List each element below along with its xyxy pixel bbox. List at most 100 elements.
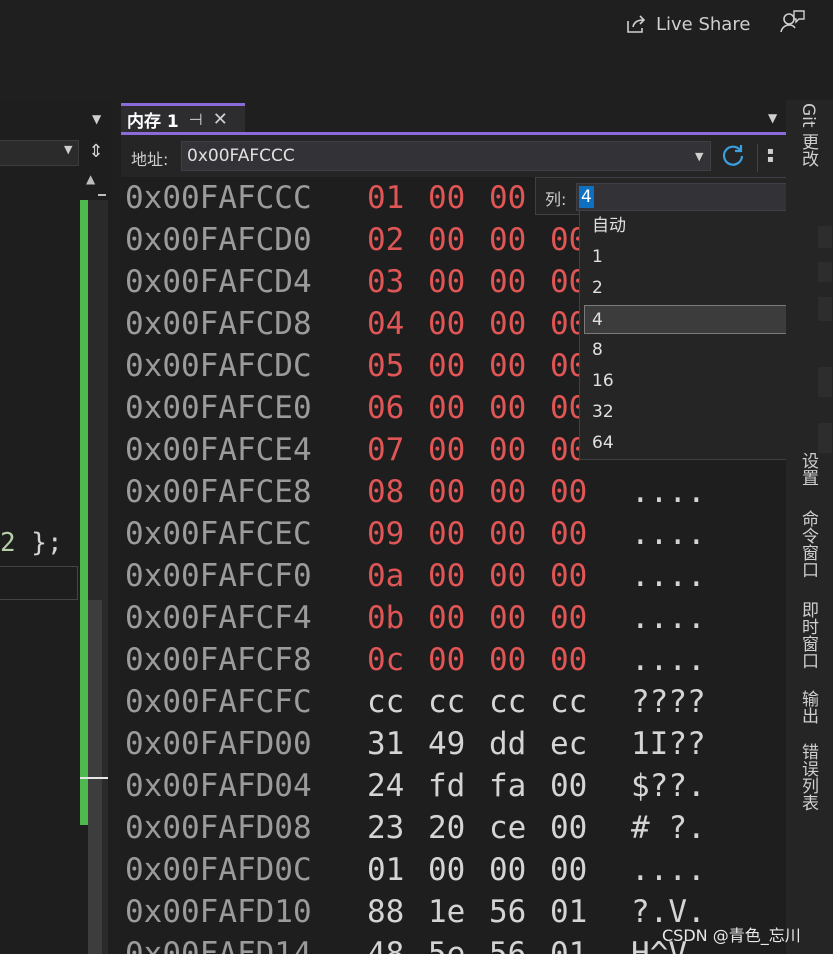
memory-byte[interactable]: 08 [367,471,404,513]
chevron-down-icon[interactable]: ▼ [92,112,108,128]
memory-byte[interactable]: 1e [428,891,465,933]
column-dropdown[interactable] [576,183,816,211]
memory-byte[interactable]: 00 [428,639,465,681]
memory-byte[interactable]: 0a [367,555,404,597]
memory-byte[interactable]: 00 [428,345,465,387]
column-option[interactable]: 4 [584,305,808,334]
memory-byte[interactable]: 5e [428,933,465,954]
memory-byte[interactable]: 0b [367,597,404,639]
memory-byte[interactable]: cc [367,681,404,723]
chevron-down-icon[interactable]: ▼ [64,143,72,156]
memory-byte[interactable]: 00 [489,555,526,597]
memory-byte[interactable]: cc [428,681,465,723]
chevron-down-icon[interactable]: ▼ [695,150,703,163]
memory-byte[interactable]: 56 [489,891,526,933]
memory-byte[interactable]: 00 [489,303,526,345]
close-icon[interactable]: ✕ [213,109,228,130]
memory-byte[interactable]: 01 [550,933,587,954]
memory-byte[interactable]: 48 [367,933,404,954]
column-option[interactable]: 8 [584,336,808,365]
scroll-up-icon[interactable]: ▲ [86,172,95,186]
memory-byte[interactable]: 00 [550,807,587,849]
memory-byte[interactable]: 24 [367,765,404,807]
memory-byte[interactable]: 00 [428,177,465,219]
memory-byte[interactable]: 00 [550,471,587,513]
tab-command-window[interactable]: 命令窗口 [796,510,821,578]
memory-byte[interactable]: fd [428,765,465,807]
tool-tab-fragment[interactable] [818,262,832,282]
memory-byte[interactable]: 00 [489,513,526,555]
memory-byte[interactable]: 00 [489,429,526,471]
column-option[interactable]: 32 [584,398,808,427]
memory-byte[interactable]: 00 [550,849,587,891]
address-value[interactable]: 0x00FAFCCC [187,146,295,166]
memory-byte[interactable]: 20 [428,807,465,849]
pin-icon[interactable]: ⊣ [189,110,203,129]
tool-tab-fragment[interactable] [818,297,832,321]
tab-immediate-window[interactable]: 即时窗口 [796,601,821,669]
memory-byte[interactable]: 04 [367,303,404,345]
overflow-icon[interactable]: ▪ ▪ [767,147,774,165]
tool-tab-fragment[interactable] [818,226,832,248]
memory-byte[interactable]: 03 [367,261,404,303]
tab-git-changes[interactable]: Git 更改 [796,103,821,167]
memory-byte[interactable]: 00 [550,765,587,807]
memory-byte[interactable]: cc [489,681,526,723]
memory-byte[interactable]: 00 [489,345,526,387]
memory-byte[interactable]: 00 [550,597,587,639]
column-option[interactable]: 自动 [584,212,808,241]
split-editor-icon[interactable]: ⇕ [85,140,107,164]
memory-byte[interactable]: 00 [428,387,465,429]
memory-byte[interactable]: dd [489,723,526,765]
memory-byte[interactable]: 88 [367,891,404,933]
tab-memory-1[interactable]: 内存 1 ⊣ ✕ [121,103,245,133]
memory-byte[interactable]: 01 [367,849,404,891]
tab-settings-partial[interactable]: 设置 [796,452,821,486]
column-option[interactable]: 2 [584,274,808,303]
memory-byte[interactable]: 07 [367,429,404,471]
memory-byte[interactable]: 00 [428,429,465,471]
tab-output[interactable]: 输出 [796,690,821,724]
memory-byte[interactable]: 00 [489,849,526,891]
memory-byte[interactable]: 00 [489,219,526,261]
column-option[interactable]: 64 [584,429,808,458]
memory-byte[interactable]: 00 [489,639,526,681]
tab-error-list[interactable]: 错误列表 [796,743,821,811]
column-selected-value[interactable]: 4 [579,186,594,208]
memory-byte[interactable]: 00 [489,597,526,639]
column-option[interactable]: 1 [584,243,808,272]
memory-byte[interactable]: fa [489,765,526,807]
memory-byte[interactable]: 00 [428,303,465,345]
memory-byte[interactable]: 06 [367,387,404,429]
feedback-icon[interactable] [778,8,806,36]
memory-byte[interactable]: 00 [428,471,465,513]
memory-byte[interactable]: 00 [428,219,465,261]
memory-byte[interactable]: 00 [428,597,465,639]
refresh-icon[interactable] [720,143,746,169]
memory-byte[interactable]: 0c [367,639,404,681]
memory-byte[interactable]: 00 [428,849,465,891]
memory-byte[interactable]: 01 [367,177,404,219]
memory-byte[interactable]: 00 [489,387,526,429]
memory-byte[interactable]: cc [550,681,587,723]
memory-byte[interactable]: 00 [550,639,587,681]
memory-byte[interactable]: 01 [550,891,587,933]
tool-tab-fragment[interactable] [818,423,832,453]
memory-byte[interactable]: 00 [428,555,465,597]
memory-byte[interactable]: 09 [367,513,404,555]
column-option[interactable]: 16 [584,367,808,396]
memory-byte[interactable]: 49 [428,723,465,765]
memory-byte[interactable]: 05 [367,345,404,387]
memory-byte[interactable]: 00 [428,261,465,303]
memory-byte[interactable]: 02 [367,219,404,261]
chevron-down-icon[interactable]: ▼ [768,111,777,125]
live-share-button[interactable]: Live Share [624,10,750,38]
memory-byte[interactable]: 00 [428,513,465,555]
memory-byte[interactable]: ec [550,723,587,765]
memory-byte[interactable]: 00 [489,177,526,219]
memory-byte[interactable]: ce [489,807,526,849]
memory-byte[interactable]: 00 [550,513,587,555]
memory-byte[interactable]: 00 [550,555,587,597]
memory-byte[interactable]: 00 [489,471,526,513]
memory-byte[interactable]: 31 [367,723,404,765]
